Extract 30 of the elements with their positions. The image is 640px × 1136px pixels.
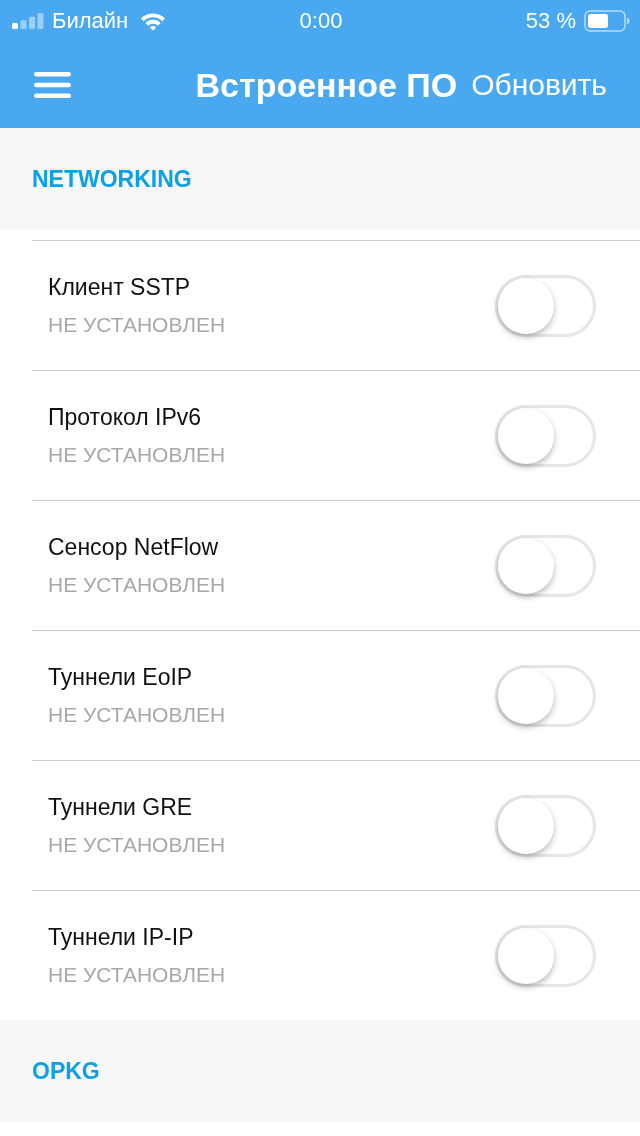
toggle-switch[interactable] xyxy=(495,794,596,857)
install-status: НЕ УСТАНОВЛЕН xyxy=(48,313,227,337)
component-name: Клиент SSTP xyxy=(48,274,192,301)
toggle-switch[interactable] xyxy=(495,404,596,467)
toggle-switch[interactable] xyxy=(495,274,596,337)
toggle-switch[interactable] xyxy=(495,534,596,597)
battery-percent: 53 % xyxy=(525,8,576,34)
status-time: 0:00 xyxy=(299,8,343,34)
signal-icon xyxy=(12,13,44,29)
component-name: Туннели EoIP xyxy=(48,664,194,691)
component-name: Сенсор NetFlow xyxy=(48,534,220,561)
toggle-switch[interactable] xyxy=(495,664,596,727)
menu-button[interactable] xyxy=(34,72,71,98)
install-status: НЕ УСТАНОВЛЕН xyxy=(48,573,227,597)
component-name: Протокол IPv6 xyxy=(48,404,203,431)
toggle-switch[interactable] xyxy=(495,924,596,987)
install-status: НЕ УСТАНОВЛЕН xyxy=(48,963,227,987)
section-title: OPKG xyxy=(32,1057,100,1085)
install-status: НЕ УСТАНОВЛЕН xyxy=(48,833,227,857)
install-status: НЕ УСТАНОВЛЕН xyxy=(48,443,227,467)
wifi-icon xyxy=(140,11,167,31)
component-name: Туннели IP-IP xyxy=(48,924,195,951)
screen-title: Встроенное ПО xyxy=(195,65,458,105)
carrier-name: Билайн xyxy=(52,8,129,34)
install-status: НЕ УСТАНОВЛЕН xyxy=(48,703,227,727)
update-button[interactable]: Обновить xyxy=(471,68,607,102)
battery-icon xyxy=(584,10,630,32)
section-title: NETWORKING xyxy=(32,165,192,193)
menu-icon xyxy=(34,72,71,98)
component-name: Туннели GRE xyxy=(48,794,194,821)
